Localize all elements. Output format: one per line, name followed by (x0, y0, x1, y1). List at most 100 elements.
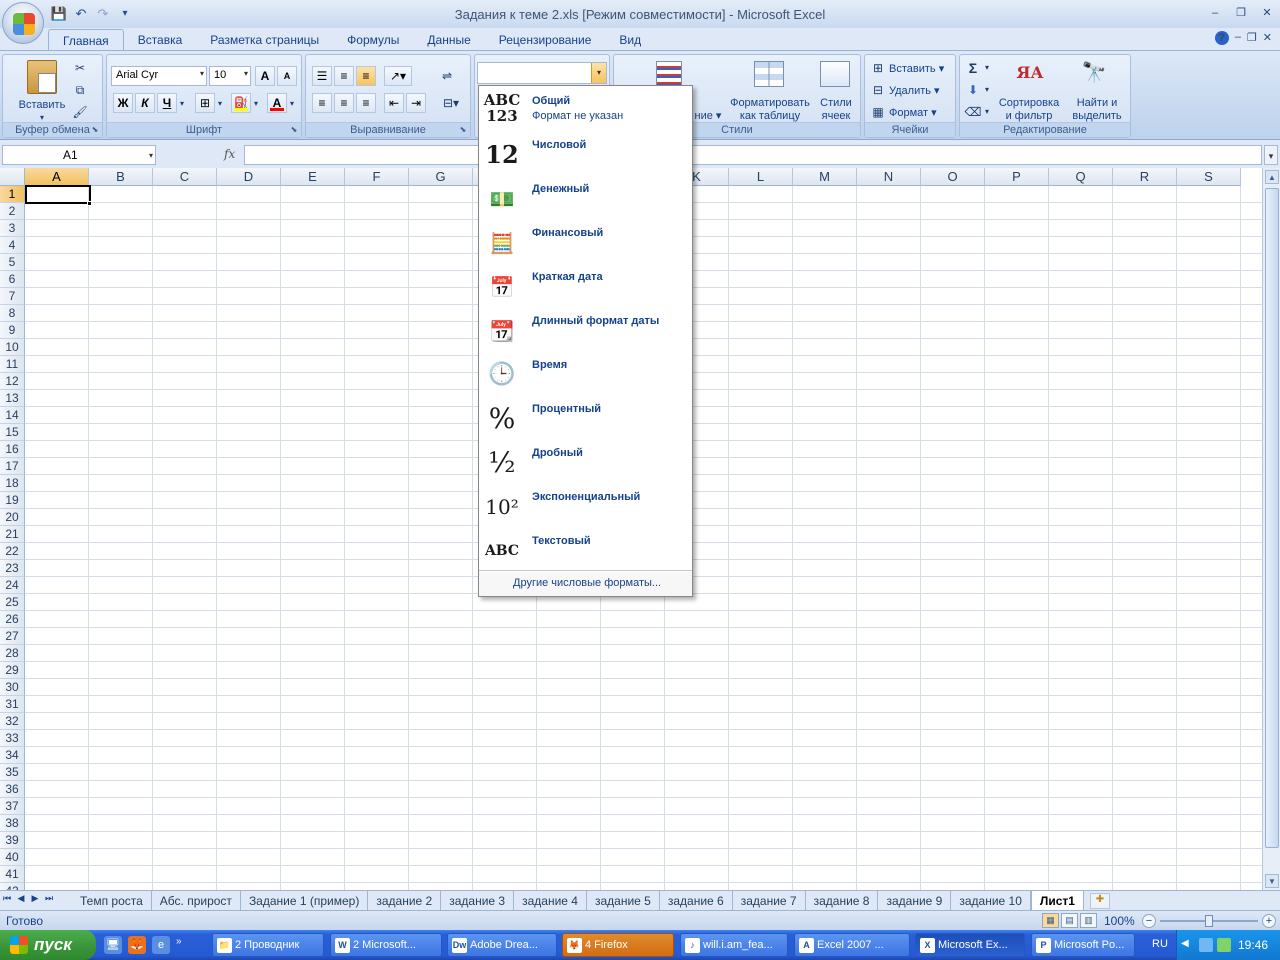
column-header[interactable]: N (857, 168, 921, 186)
sheet-tab[interactable]: задание 6 (660, 891, 733, 910)
bold-button[interactable]: Ж (113, 93, 133, 113)
safely-remove-icon[interactable] (1217, 938, 1231, 952)
name-box[interactable]: A1 ▾ (2, 145, 156, 165)
zoom-in-icon[interactable]: + (1262, 914, 1276, 928)
row-header[interactable]: 19 (0, 492, 25, 509)
row-header[interactable]: 15 (0, 424, 25, 441)
italic-button[interactable]: К (135, 93, 155, 113)
scroll-up-icon[interactable]: ▲ (1265, 170, 1279, 184)
language-indicator[interactable]: RU (1152, 938, 1168, 950)
workbook-close-button[interactable]: ✕ (1263, 31, 1272, 45)
cut-icon[interactable]: ✂ (71, 59, 89, 77)
row-header[interactable]: 37 (0, 798, 25, 815)
increase-indent-button[interactable]: ⇥ (406, 93, 426, 113)
underline-dropdown-icon[interactable]: ▾ (178, 95, 186, 113)
formula-input[interactable] (244, 145, 1262, 165)
row-header[interactable]: 24 (0, 577, 25, 594)
conditional-format-icon[interactable] (656, 61, 682, 87)
ribbon-tab[interactable]: Формулы (333, 29, 413, 51)
insert-cells-icon[interactable]: ⊞ (869, 59, 887, 77)
row-header[interactable]: 6 (0, 271, 25, 288)
number-format-item[interactable]: 12 Числовой (479, 134, 692, 178)
row-header[interactable]: 22 (0, 543, 25, 560)
row-header[interactable]: 9 (0, 322, 25, 339)
fill-dropdown-icon[interactable]: ▾ (982, 81, 992, 99)
sheet-tab[interactable]: Задание 1 (пример) (241, 891, 369, 910)
sheet-tab[interactable]: задание 8 (806, 891, 879, 910)
expand-formula-bar-button[interactable]: ▾ (1264, 145, 1278, 165)
format-as-table-icon[interactable] (754, 61, 784, 87)
fill-dropdown-icon[interactable]: ▾ (252, 95, 260, 113)
taskbar-item[interactable]: ♪ will.i.am_fea... (680, 933, 788, 957)
sheet-tab[interactable]: задание 5 (587, 891, 660, 910)
taskbar-item[interactable]: 📁 2 Проводник (212, 933, 324, 957)
fill-color-button[interactable]: ⛽ (231, 93, 251, 113)
page-break-view-icon[interactable]: ▥ (1080, 913, 1097, 928)
last-sheet-icon[interactable]: ⏭ (44, 893, 54, 904)
workbook-minimize-button[interactable]: – (1235, 31, 1241, 45)
delete-cells-icon[interactable]: ⊟ (869, 81, 887, 99)
sheet-tab[interactable]: задание 10 (951, 891, 1031, 910)
format-cells-icon[interactable]: ▦ (869, 103, 887, 121)
row-header[interactable]: 20 (0, 509, 25, 526)
sort-filter-icon[interactable]: ЯА (1016, 59, 1044, 87)
row-header[interactable]: 18 (0, 475, 25, 492)
autosum-icon[interactable]: Σ (964, 59, 982, 77)
normal-view-icon[interactable]: ▦ (1042, 913, 1059, 928)
taskbar-item[interactable]: Dw Adobe Drea... (447, 933, 557, 957)
column-header[interactable]: P (985, 168, 1049, 186)
row-header[interactable]: 31 (0, 696, 25, 713)
align-center-button[interactable]: ≡ (334, 93, 354, 113)
column-header[interactable]: C (153, 168, 217, 186)
chevron-down-icon[interactable]: ▾ (591, 63, 606, 83)
row-header[interactable]: 25 (0, 594, 25, 611)
clipboard-launcher-icon[interactable]: ⬊ (90, 125, 100, 135)
zoom-level[interactable]: 100% (1104, 914, 1135, 928)
wrap-text-icon[interactable]: ⇌ (438, 67, 456, 85)
cell-styles-icon[interactable] (820, 61, 850, 87)
more-number-formats-item[interactable]: Другие числовые форматы... (479, 572, 692, 596)
insert-sheet-icon[interactable]: ✚ (1089, 893, 1110, 909)
column-header[interactable]: L (729, 168, 793, 186)
close-button[interactable]: ✕ (1254, 4, 1280, 22)
row-header[interactable]: 21 (0, 526, 25, 543)
row-header[interactable]: 38 (0, 815, 25, 832)
ribbon-tab[interactable]: Разметка страницы (196, 29, 333, 51)
row-header[interactable]: 3 (0, 220, 25, 237)
autosum-dropdown-icon[interactable]: ▾ (982, 59, 992, 77)
network-icon[interactable] (1199, 938, 1213, 952)
number-format-select[interactable]: ▾ (477, 62, 607, 84)
copy-icon[interactable]: ⧉ (71, 81, 89, 99)
column-header[interactable]: B (89, 168, 153, 186)
find-select-button[interactable]: Найти и выделить (1066, 97, 1128, 123)
column-header[interactable]: F (345, 168, 409, 186)
active-cell-a1[interactable] (25, 185, 91, 204)
font-color-button[interactable]: A (267, 93, 287, 113)
delete-cells-button[interactable]: Удалить ▾ (889, 85, 940, 98)
shrink-font-button[interactable]: A (277, 66, 297, 86)
row-header[interactable]: 34 (0, 747, 25, 764)
paste-icon[interactable] (27, 60, 57, 94)
ribbon-tab[interactable]: Вид (605, 29, 655, 51)
insert-function-icon[interactable]: fx (224, 147, 235, 161)
number-format-item[interactable]: 📆 Длинный формат даты (479, 310, 692, 354)
sheet-tab[interactable]: Лист1 (1030, 891, 1084, 910)
font-size-select[interactable]: 10 ▾ (209, 66, 251, 86)
taskbar-item[interactable]: W2 Microsoft... (330, 933, 442, 957)
underline-button[interactable]: Ч (157, 93, 177, 113)
desktop-icon[interactable]: 🖥 (104, 936, 122, 954)
merge-center-icon[interactable]: ⊟▾ (438, 94, 464, 112)
column-header[interactable]: R (1113, 168, 1177, 186)
cell-styles-label[interactable]: Стили ячеек (816, 97, 856, 123)
sheet-tab[interactable]: задание 3 (441, 891, 515, 910)
grow-font-button[interactable]: A (255, 66, 275, 86)
ribbon-tab[interactable]: Данные (413, 29, 484, 51)
minimize-button[interactable]: – (1202, 4, 1228, 22)
row-header[interactable]: 26 (0, 611, 25, 628)
row-header[interactable]: 12 (0, 373, 25, 390)
sheet-tab[interactable]: Абс. прирост (152, 891, 241, 910)
taskbar-item[interactable]: 🦊 4 Firefox (562, 933, 674, 957)
column-header[interactable]: Q (1049, 168, 1113, 186)
taskbar-item[interactable]: P Microsoft Po... (1031, 933, 1135, 957)
format-painter-icon[interactable]: 🖌 (71, 103, 89, 121)
